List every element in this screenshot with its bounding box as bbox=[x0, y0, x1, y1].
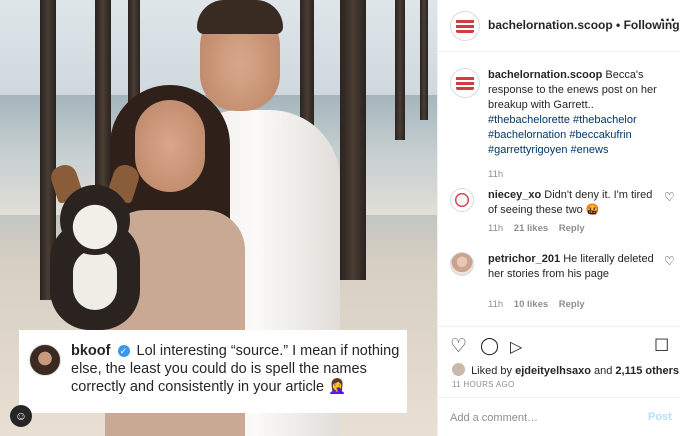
share-icon[interactable]: ▷ bbox=[510, 337, 522, 357]
corgi-dog bbox=[45, 161, 145, 335]
avatar[interactable] bbox=[450, 68, 480, 98]
comment-time: 11h bbox=[488, 223, 504, 234]
post-actions: ♡ ◯ ▷ ☐ Liked by ejdeityelhsaxo and 2,11… bbox=[438, 326, 680, 436]
liked-count[interactable]: 2,115 others bbox=[615, 365, 679, 377]
overlay-comment-text: bkoof ✓ Lol interesting “source.” I mean… bbox=[71, 342, 401, 396]
add-comment-bar: Post bbox=[438, 397, 680, 436]
comment-text: niecey_xo Didn't deny it. I'm tired of s… bbox=[488, 188, 656, 218]
pier-piling bbox=[395, 0, 405, 140]
header-text: bachelornation.scoop • Following bbox=[488, 18, 680, 32]
comment-meta: 11h 21 likes Reply bbox=[488, 223, 585, 234]
comment-likes[interactable]: 21 likes bbox=[514, 223, 548, 234]
add-comment-input[interactable] bbox=[450, 408, 640, 428]
facepalm-emoji-icon: 🤦‍♀️ bbox=[328, 379, 347, 395]
comment-likes[interactable]: 10 likes bbox=[514, 299, 548, 310]
overlay-comment-card: bkoof ✓ Lol interesting “source.” I mean… bbox=[19, 330, 407, 413]
user-tag-icon[interactable]: ☺ bbox=[10, 405, 32, 427]
post-photo[interactable]: bkoof ✓ Lol interesting “source.” I mean… bbox=[0, 0, 437, 436]
liked-user[interactable]: ejdeityelhsaxo bbox=[515, 365, 591, 377]
liked-prefix: Liked by bbox=[471, 365, 513, 377]
angry-emoji-icon: 🤬 bbox=[585, 204, 600, 216]
more-options-icon[interactable]: ··· bbox=[660, 12, 676, 30]
liked-and: and bbox=[594, 365, 613, 377]
comment-meta: 11h 10 likes Reply bbox=[488, 299, 585, 310]
post-header: bachelornation.scoop • Following ··· bbox=[438, 0, 680, 52]
avatar bbox=[452, 363, 465, 376]
dog-face bbox=[60, 185, 130, 255]
bookmark-icon[interactable]: ☐ bbox=[654, 336, 669, 356]
caption-text: bachelornation.scoop Becca's response to… bbox=[488, 68, 674, 182]
post-button[interactable]: Post bbox=[648, 411, 672, 423]
like-comment-heart-icon[interactable]: ♡ bbox=[664, 190, 675, 204]
overlay-username: bkoof bbox=[71, 343, 111, 359]
verified-badge-icon: ✓ bbox=[117, 345, 130, 357]
pier-piling bbox=[340, 0, 366, 280]
avatar[interactable] bbox=[450, 188, 474, 212]
comment-time: 11h bbox=[488, 299, 504, 310]
comment-username[interactable]: petrichor_201 bbox=[488, 253, 560, 265]
separator: • bbox=[616, 18, 621, 32]
like-heart-icon[interactable]: ♡ bbox=[450, 335, 467, 358]
reply-button[interactable]: Reply bbox=[559, 299, 585, 310]
caption-hashtags[interactable]: #thebachelorette #thebachelor #bachelorn… bbox=[488, 114, 637, 156]
pier-piling bbox=[420, 0, 428, 120]
dog-chest bbox=[73, 250, 117, 310]
liked-by: Liked by ejdeityelhsaxo and 2,115 others bbox=[452, 363, 679, 377]
comment-text: petrichor_201 He literally deleted her s… bbox=[488, 252, 656, 282]
avatar bbox=[29, 344, 61, 376]
comment-username[interactable]: niecey_xo bbox=[488, 189, 541, 201]
instagram-post: bkoof ✓ Lol interesting “source.” I mean… bbox=[0, 0, 680, 436]
post-timestamp: 11 HOURS AGO bbox=[452, 380, 515, 389]
avatar[interactable] bbox=[450, 252, 474, 276]
man-hair bbox=[197, 0, 283, 34]
comment-icon[interactable]: ◯ bbox=[480, 336, 499, 356]
post-sidebar: bachelornation.scoop • Following ··· bac… bbox=[437, 0, 680, 436]
caption-username[interactable]: bachelornation.scoop bbox=[488, 69, 602, 81]
like-comment-heart-icon[interactable]: ♡ bbox=[664, 254, 675, 268]
reply-button[interactable]: Reply bbox=[559, 223, 585, 234]
woman-face bbox=[135, 100, 205, 192]
caption-timestamp: 11h bbox=[488, 169, 504, 180]
avatar[interactable] bbox=[450, 11, 480, 41]
header-username[interactable]: bachelornation.scoop bbox=[488, 18, 613, 32]
